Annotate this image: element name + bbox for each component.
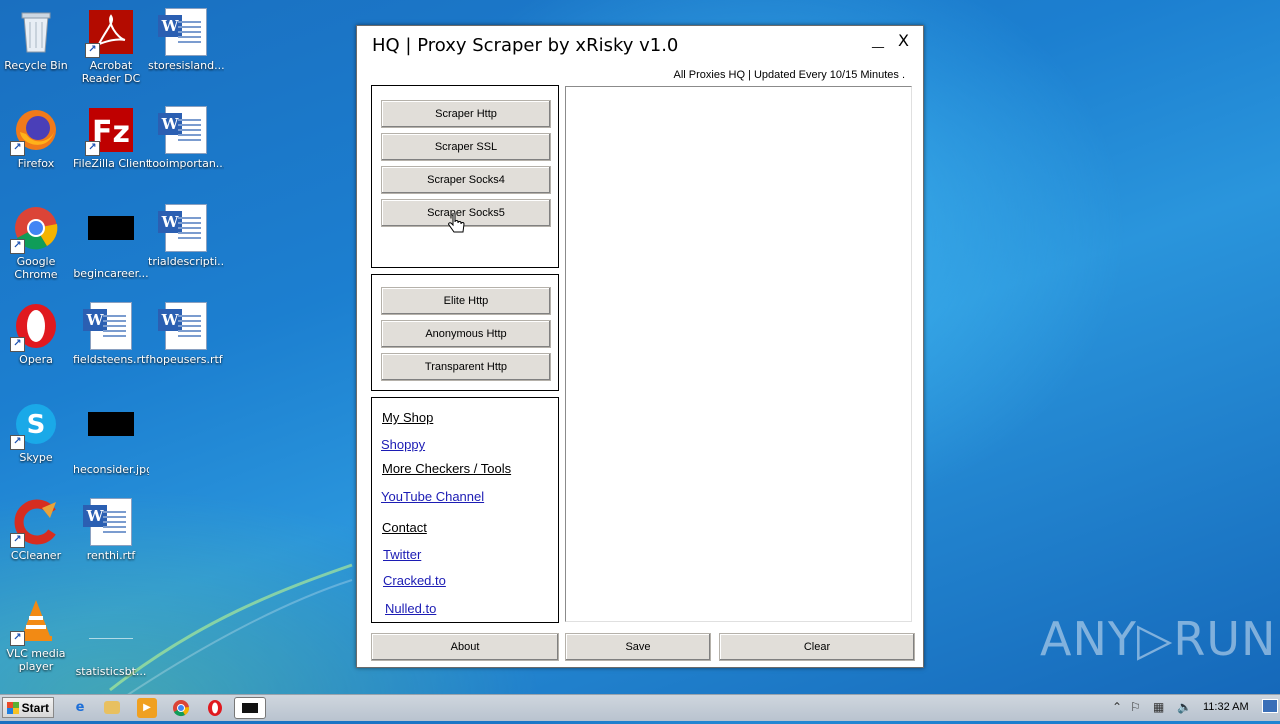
desktop-icon-filezilla[interactable]: Fz ↗ FileZilla Client [73,106,149,170]
shortcut-arrow-icon: ↗ [10,435,25,450]
desktop-icon-recycle-bin[interactable]: Recycle Bin [0,8,74,72]
proxy-scraper-window: HQ | Proxy Scraper by xRisky v1.0 __ X A… [356,25,924,668]
start-button[interactable]: Start [2,697,54,718]
proxy-output-textarea[interactable] [565,86,912,622]
vlc-icon: ↗ [10,596,60,646]
anonymous-http-button[interactable]: Anonymous Http [381,320,551,348]
window-title: HQ | Proxy Scraper by xRisky v1.0 [372,35,679,56]
scraper-panel: Scraper Http Scraper SSL Scraper Socks4 … [371,85,559,268]
shortcut-arrow-icon: ↗ [10,239,25,254]
blank-file-icon [87,614,135,662]
about-button[interactable]: About [371,633,559,661]
desktop-icon-statistics[interactable]: statisticsbt... [73,596,149,678]
chrome-icon: ↗ [10,204,60,254]
desktop-icon-skype[interactable]: S ↗ Skype [0,400,74,464]
word-document-icon: W [158,8,210,56]
show-desktop-button[interactable] [1262,699,1278,713]
cracked-link[interactable]: Cracked.to [383,573,446,588]
acrobat-icon: ↗ [85,8,135,58]
desktop-icon-fieldsteens[interactable]: W fieldsteens.rtf [73,302,149,366]
clear-button[interactable]: Clear [719,633,915,661]
desktop-icon-trialdescripti[interactable]: W trialdescripti... [148,204,224,268]
desktop-icon-firefox[interactable]: ↗ Firefox [0,106,74,170]
word-document-icon: W [158,204,210,252]
opera-icon: ↗ [10,302,60,352]
ie-taskbar-icon[interactable]: e [70,698,90,718]
contact-link[interactable]: Contact [382,520,427,535]
desktop-icon-acrobat[interactable]: ↗ Acrobat Reader DC [73,8,149,85]
links-panel: My Shop Shoppy More Checkers / Tools You… [371,397,559,623]
save-button[interactable]: Save [565,633,711,661]
scraper-socks4-button[interactable]: Scraper Socks4 [381,166,551,194]
word-document-icon: W [158,302,210,350]
status-subtitle: All Proxies HQ | Updated Every 10/15 Min… [673,69,905,81]
desktop-icon-opera[interactable]: ↗ Opera [0,302,74,366]
elite-http-button[interactable]: Elite Http [381,287,551,315]
shortcut-arrow-icon: ↗ [85,43,100,58]
shortcut-arrow-icon: ↗ [10,337,25,352]
image-file-icon [87,412,135,460]
skype-icon: S ↗ [10,400,60,450]
scraper-http-button[interactable]: Scraper Http [381,100,551,128]
nulled-link[interactable]: Nulled.to [385,601,436,616]
desktop-icon-tooimportan[interactable]: W tooimportan... [148,106,224,170]
volume-icon[interactable]: 🔈 [1177,700,1192,714]
desktop-icon-ccleaner[interactable]: ↗ CCleaner [0,498,74,562]
proxy-scraper-taskbar-icon[interactable] [234,697,266,719]
shortcut-arrow-icon: ↗ [10,533,25,548]
shortcut-arrow-icon: ↗ [10,141,25,156]
filezilla-icon: Fz ↗ [85,106,135,156]
ccleaner-icon: ↗ [10,498,60,548]
opera-taskbar-icon[interactable] [205,698,225,718]
minimize-button[interactable]: __ [872,34,884,48]
show-hidden-icons-icon[interactable]: ⌃ [1112,700,1122,714]
desktop-icon-heconsider[interactable]: heconsider.jpg [73,400,149,476]
word-document-icon: W [83,302,135,350]
filter-panel: Elite Http Anonymous Http Transparent Ht… [371,274,559,391]
desktop-icon-chrome[interactable]: ↗ Google Chrome [0,204,74,281]
scraper-ssl-button[interactable]: Scraper SSL [381,133,551,161]
desktop-icon-renthi[interactable]: W renthi.rtf [73,498,149,562]
desktop-icon-storesisland[interactable]: W storesisland... [148,8,224,72]
transparent-http-button[interactable]: Transparent Http [381,353,551,381]
action-center-flag-icon[interactable]: ⚐ [1130,700,1141,714]
twitter-link[interactable]: Twitter [383,547,421,562]
desktop-icon-vlc[interactable]: ↗ VLC media player [0,596,74,673]
youtube-channel-link[interactable]: YouTube Channel [381,489,484,504]
clock[interactable]: 11:32 AM [1203,701,1249,713]
start-label: Start [21,701,49,715]
media-player-taskbar-icon[interactable]: ▶ [137,698,157,718]
desktop-icon-hopeusers[interactable]: W hopeusers.rtf [148,302,224,366]
shoppy-link[interactable]: Shoppy [381,437,425,452]
desktop-icon-begincareer[interactable]: begincareer... [73,204,149,280]
my-shop-link[interactable]: My Shop [382,410,433,425]
windows-logo-icon [7,702,19,714]
firefox-icon: ↗ [10,106,60,156]
watermark: ANY▷RUN [1040,612,1277,666]
shortcut-arrow-icon: ↗ [85,141,100,156]
chrome-taskbar-icon[interactable] [171,698,191,718]
network-icon[interactable]: ▦ [1153,700,1164,714]
hand-cursor-icon [448,213,465,233]
close-button[interactable]: X [898,31,909,50]
image-file-icon [87,216,135,264]
recycle-bin-icon [12,8,60,56]
explorer-taskbar-icon[interactable] [104,701,120,714]
word-document-icon: W [83,498,135,546]
more-checkers-link[interactable]: More Checkers / Tools [382,461,511,476]
shortcut-arrow-icon: ↗ [10,631,25,646]
svg-text:S: S [27,410,46,440]
scraper-socks5-button[interactable]: Scraper Socks5 [381,199,551,227]
word-document-icon: W [158,106,210,154]
taskbar: Start e ▶ ⌃ ⚐ ▦ 🔈 11:32 AM [0,694,1280,721]
